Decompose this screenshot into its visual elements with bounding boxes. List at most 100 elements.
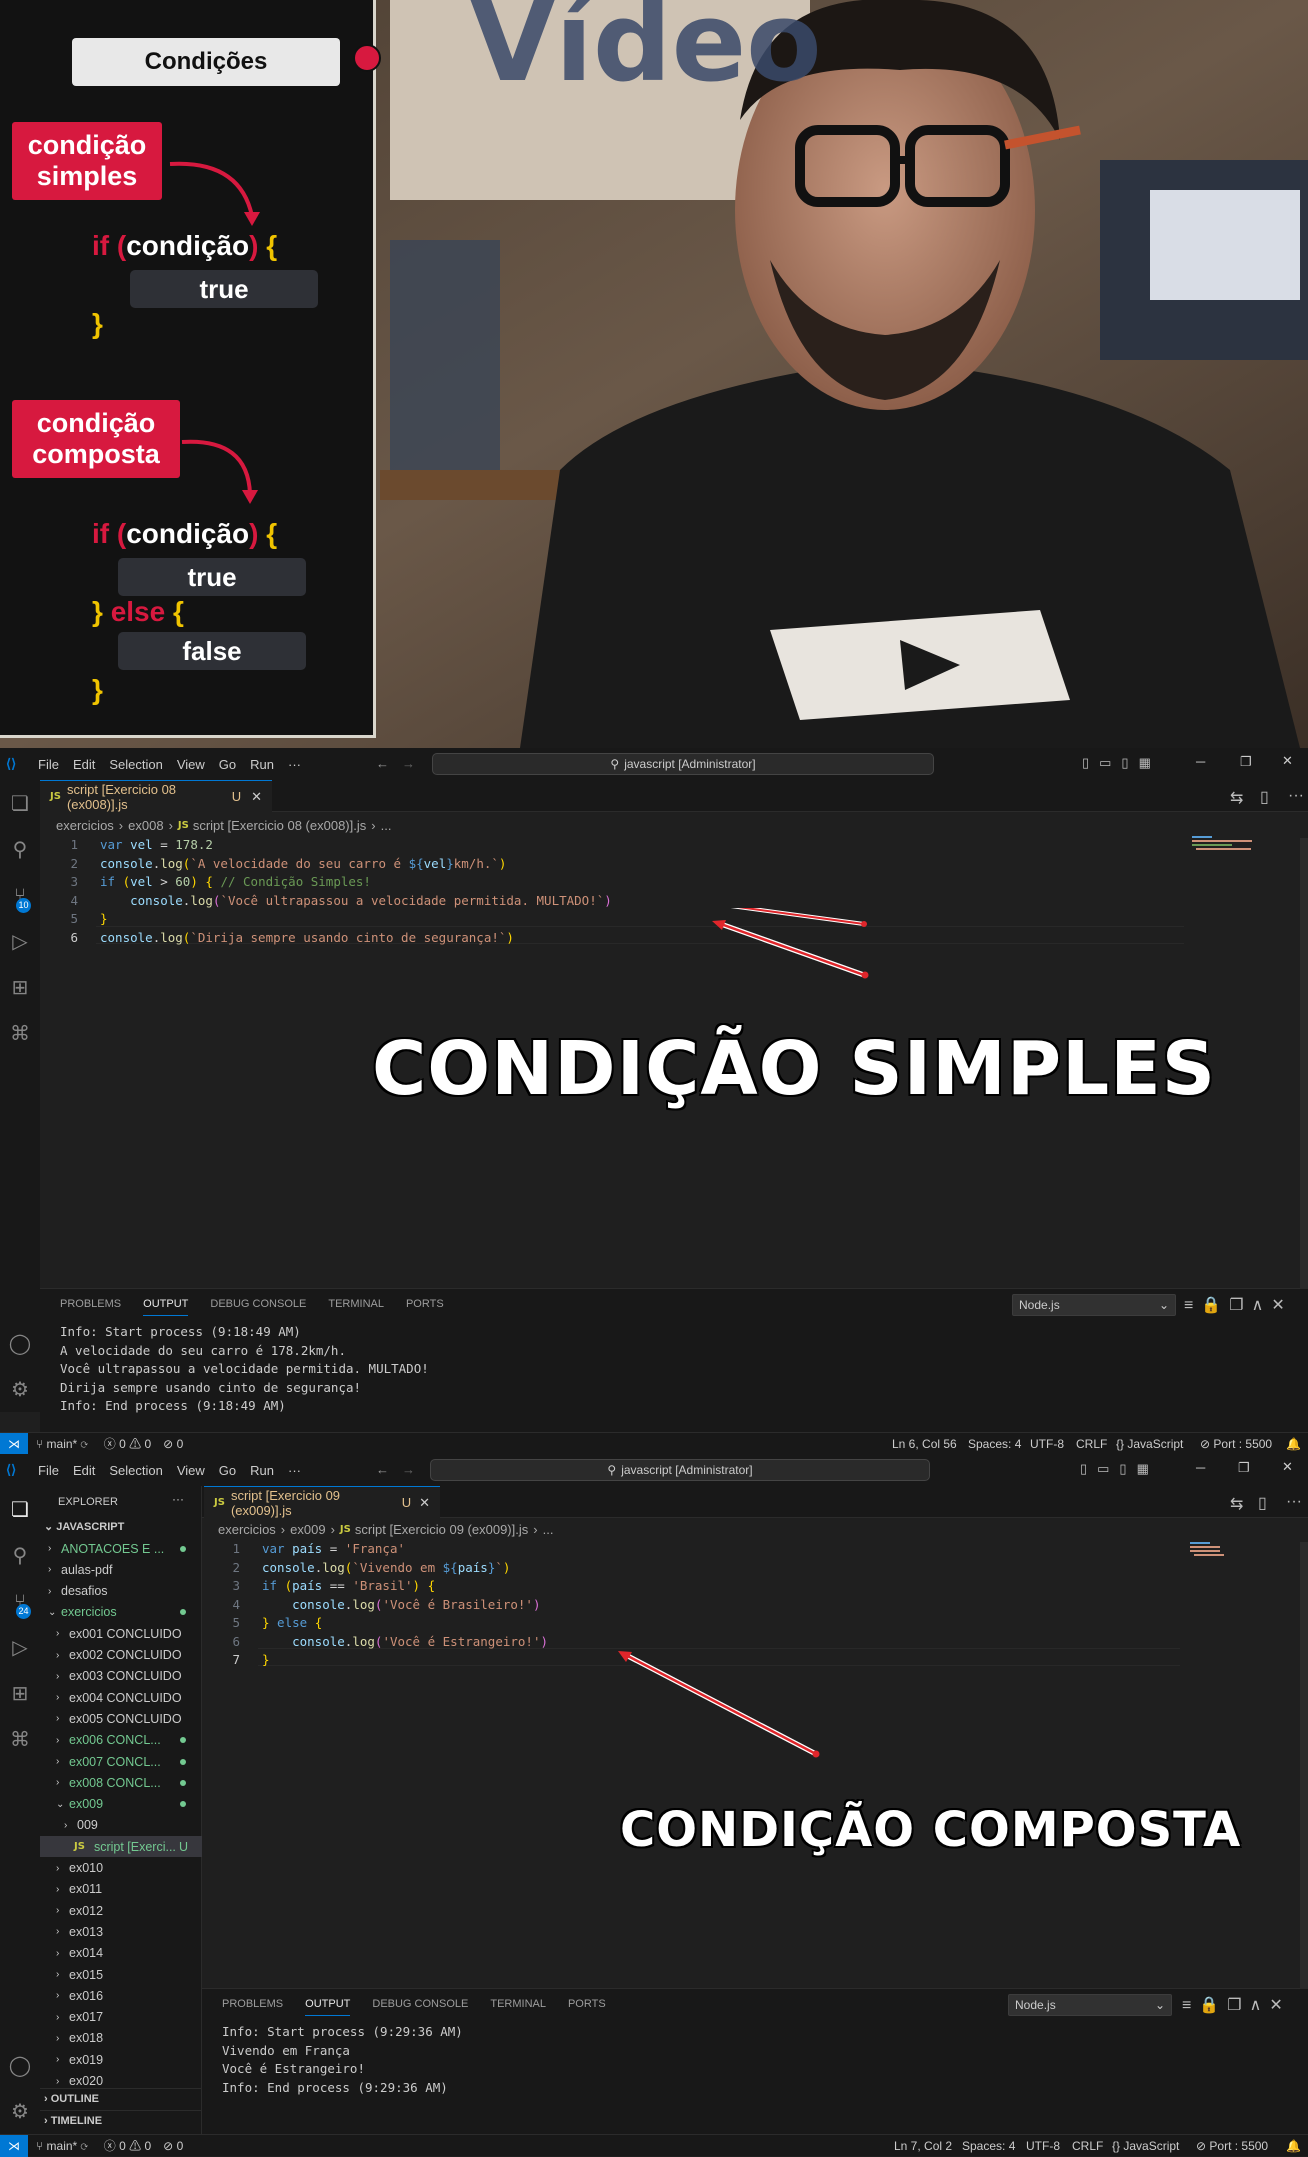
extensions-icon[interactable]: ⊞	[8, 976, 32, 1000]
tree-item[interactable]: › ex005 CONCLUIDO	[40, 1708, 202, 1729]
tab-debug-console[interactable]: DEBUG CONSOLE	[210, 1298, 306, 1310]
bell-icon[interactable]: 🔔	[1286, 2139, 1301, 2153]
close-icon[interactable]: ✕	[1282, 1459, 1293, 1475]
menu-more[interactable]: ···	[288, 1463, 301, 1478]
tree-item[interactable]: › ex011	[40, 1879, 202, 1900]
line-ending[interactable]: CRLF	[1076, 1437, 1107, 1451]
tree-item[interactable]: › ex010	[40, 1858, 202, 1879]
branch-status[interactable]: ⑂ main* ⟳	[36, 1437, 88, 1451]
line-ending[interactable]: CRLF	[1072, 2139, 1103, 2153]
git-graph-icon[interactable]: ⌘	[8, 1022, 32, 1046]
menu-run[interactable]: Run	[250, 757, 274, 772]
language-mode[interactable]: {} JavaScript	[1112, 2139, 1179, 2153]
back-arrow-icon[interactable]: ←	[376, 756, 389, 771]
forward-arrow-icon[interactable]: →	[402, 1462, 415, 1477]
compare-icon[interactable]: ⇆	[1230, 1494, 1243, 1514]
tab-terminal[interactable]: TERMINAL	[490, 1998, 546, 2010]
breadcrumb-item[interactable]: ...	[543, 1522, 554, 1537]
branch-status[interactable]: ⑂ main* ⟳	[36, 2139, 88, 2153]
code-line[interactable]: 1 var vel = 178.2	[46, 836, 612, 855]
layout-icons[interactable]: ▯▭▯▦	[1082, 755, 1161, 771]
tree-item[interactable]: › ex001 CONCLUIDO	[40, 1623, 202, 1644]
indentation[interactable]: Spaces: 4	[968, 1437, 1021, 1451]
tab-close-icon[interactable]: ✕	[251, 789, 262, 805]
code-line[interactable]: 6 console. log('Você é Estrangeiro!')	[208, 1633, 548, 1652]
layout-icons[interactable]: ▯▭▯▦	[1080, 1461, 1159, 1477]
remote-icon[interactable]: ⋊	[0, 1432, 28, 1455]
tab-output[interactable]: OUTPUT	[305, 1998, 351, 2016]
compare-icon[interactable]: ⇆	[1230, 788, 1243, 808]
split-editor-icon[interactable]: ▯	[1258, 1493, 1267, 1513]
output-channel-select[interactable]: Node.js ⌄	[1012, 1294, 1176, 1316]
menu-selection[interactable]: Selection	[109, 1463, 162, 1478]
tree-item[interactable]: › ex006 CONCL...	[40, 1730, 202, 1751]
tab-problems[interactable]: PROBLEMS	[60, 1298, 121, 1310]
minimap[interactable]	[1190, 834, 1260, 854]
forward-arrow-icon[interactable]: →	[402, 756, 415, 771]
settings-gear-icon[interactable]: ⚙	[8, 1378, 32, 1402]
minimize-icon[interactable]: ─	[1196, 1460, 1205, 1475]
code-line[interactable]: 5}	[46, 910, 612, 929]
tree-item[interactable]: › ANOTACOES E ...	[40, 1538, 202, 1559]
tree-item[interactable]: › ex019	[40, 2049, 202, 2070]
more-actions-icon[interactable]: ···	[1288, 787, 1304, 805]
problems-status[interactable]: ⓧ 0 ⚠ 0	[104, 2137, 151, 2154]
git-graph-icon[interactable]: ⌘	[8, 1728, 32, 1752]
restore-icon[interactable]: ❐	[1238, 1460, 1250, 1476]
tree-item[interactable]: ⌄ ex009	[40, 1794, 202, 1815]
breadcrumb-item[interactable]: script [Exercicio 08 (ex008)].js	[193, 818, 366, 833]
code-line[interactable]: 4 console. log(`Você ultrapassou a veloci…	[46, 892, 611, 911]
breadcrumb-item[interactable]: script [Exercicio 09 (ex009)].js	[355, 1522, 528, 1537]
code-editor[interactable]: 1 var país = 'França' 2 console. log(`Vivend…	[208, 1540, 548, 1670]
output-channel-select[interactable]: Node.js ⌄	[1008, 1994, 1172, 2016]
code-line[interactable]: 3 if (vel > 60) { // Condição Simples!	[46, 873, 612, 892]
cursor-position[interactable]: Ln 6, Col 56	[892, 1437, 957, 1451]
menu-selection[interactable]: Selection	[109, 757, 162, 772]
extensions-icon[interactable]: ⊞	[8, 1682, 32, 1706]
encoding[interactable]: UTF-8	[1030, 1437, 1064, 1451]
tree-item[interactable]: › ex014	[40, 1943, 202, 1964]
menu-edit[interactable]: Edit	[73, 1463, 95, 1478]
tab-ports[interactable]: PORTS	[406, 1298, 444, 1310]
tree-item[interactable]: › ex012	[40, 1900, 202, 1921]
panel-action-icons[interactable]: ≡🔒❐∧✕	[1182, 1995, 1291, 2015]
run-debug-icon[interactable]: ▷	[8, 930, 32, 954]
run-debug-icon[interactable]: ▷	[8, 1636, 32, 1660]
search-icon[interactable]: ⚲	[8, 838, 32, 862]
remote-icon[interactable]: ⋊	[0, 2134, 28, 2157]
tree-item[interactable]: JS script [Exerci... U	[40, 1836, 202, 1858]
restore-icon[interactable]: ❐	[1240, 754, 1252, 770]
minimize-icon[interactable]: ─	[1196, 754, 1205, 769]
account-icon[interactable]: ◯	[8, 2054, 32, 2078]
timeline-section[interactable]: › TIMELINE	[40, 2110, 202, 2131]
encoding[interactable]: UTF-8	[1026, 2139, 1060, 2153]
split-editor-icon[interactable]: ▯	[1260, 787, 1269, 807]
explorer-more-icon[interactable]: ···	[172, 1492, 184, 1506]
live-server-port[interactable]: ⊘ Port : 5500	[1196, 2139, 1268, 2153]
explorer-icon[interactable]: ❏	[8, 792, 32, 816]
account-icon[interactable]: ◯	[8, 1332, 32, 1356]
back-arrow-icon[interactable]: ←	[376, 1462, 389, 1477]
tab-debug-console[interactable]: DEBUG CONSOLE	[372, 1998, 468, 2010]
menu-go[interactable]: Go	[219, 1463, 236, 1478]
search-icon[interactable]: ⚲	[8, 1544, 32, 1568]
tab-close-icon[interactable]: ✕	[419, 1495, 430, 1511]
menu-file[interactable]: File	[38, 757, 59, 772]
tree-item[interactable]: › ex004 CONCLUIDO	[40, 1687, 202, 1708]
menu-view[interactable]: View	[177, 1463, 205, 1478]
menu-more[interactable]: ···	[288, 757, 301, 772]
ports-status[interactable]: ⊘ 0	[163, 1437, 183, 1451]
tree-item[interactable]: › ex008 CONCL...	[40, 1772, 202, 1793]
tree-item[interactable]: › aulas-pdf	[40, 1559, 202, 1580]
indentation[interactable]: Spaces: 4	[962, 2139, 1015, 2153]
tree-item[interactable]: › ex015	[40, 1964, 202, 1985]
tree-item[interactable]: › ex018	[40, 2028, 202, 2049]
tab-problems[interactable]: PROBLEMS	[222, 1998, 283, 2010]
breadcrumb-item[interactable]: exercicios	[56, 818, 114, 833]
code-line[interactable]: 6 console. log(`Dirija sempre usando cinto…	[46, 929, 612, 948]
tab-script-ex009[interactable]: JS script [Exercicio 09 (ex009)].js U ✕	[204, 1486, 440, 1518]
language-mode[interactable]: {} JavaScript	[1116, 1437, 1183, 1451]
cursor-position[interactable]: Ln 7, Col 2	[894, 2139, 952, 2153]
more-actions-icon[interactable]: ···	[1286, 1493, 1302, 1511]
live-server-port[interactable]: ⊘ Port : 5500	[1200, 1437, 1272, 1451]
